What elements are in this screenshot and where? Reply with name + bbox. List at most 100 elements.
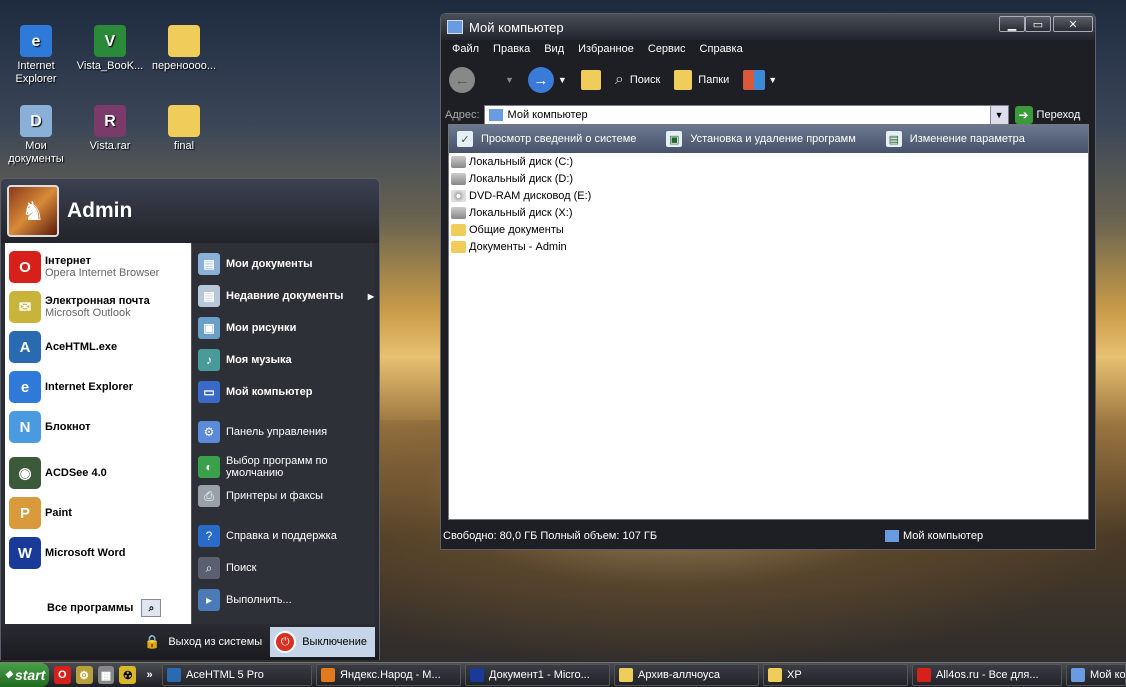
- quicklaunch-more-icon[interactable]: »: [141, 666, 158, 684]
- program-icon: P: [9, 497, 41, 529]
- opera-quicklaunch-icon[interactable]: O: [53, 666, 71, 684]
- up-button[interactable]: [580, 70, 601, 90]
- place-item[interactable]: ? Справка и поддержка: [198, 525, 374, 547]
- go-button[interactable]: ➔ Переход: [1014, 106, 1080, 124]
- desktop-icon[interactable]: R Vista.rar: [74, 105, 146, 153]
- taskbar-window-button[interactable]: Документ1 - Micro...: [465, 664, 611, 686]
- place-item[interactable]: ▤ Мои документы: [198, 253, 374, 275]
- desktop-icon[interactable]: final: [148, 105, 220, 153]
- desktop-icon[interactable]: D Мои документы: [0, 105, 72, 166]
- folder-icon: [451, 223, 466, 236]
- program-text: Інтернет Opera Internet Browser: [45, 255, 159, 279]
- drive-item[interactable]: Локальный диск (C:): [449, 153, 1088, 170]
- place-item[interactable]: ▸ Выполнить...: [198, 589, 374, 611]
- taskbar-window-button[interactable]: All4os.ru - Все для...: [912, 664, 1063, 686]
- place-icon: ▭: [198, 381, 220, 403]
- taskbar-button-label: XP: [787, 669, 802, 681]
- program-title: Internet Explorer: [45, 381, 134, 393]
- pinned-program-item[interactable]: e Internet Explorer: [9, 371, 189, 403]
- go-arrow-icon: ➔: [1014, 106, 1033, 124]
- pinned-program-item[interactable]: ◉ ACDSee 4.0: [9, 457, 189, 489]
- desktop-icon[interactable]: e Internet Explorer: [0, 25, 72, 86]
- menu-item[interactable]: Вид: [544, 43, 564, 55]
- back-dropdown-icon[interactable]: ▼: [505, 75, 514, 85]
- place-item[interactable]: ▣ Мои рисунки: [198, 317, 374, 339]
- maximize-button[interactable]: ▭: [1025, 16, 1051, 32]
- app-icon: [1071, 668, 1086, 682]
- menu-item[interactable]: Избранное: [578, 43, 634, 55]
- place-item[interactable]: ◐ Выбор программ по умолчанию: [198, 455, 374, 479]
- minimize-button[interactable]: ▁: [999, 16, 1025, 32]
- taskbar-window-button[interactable]: AceHTML 5 Pro: [162, 664, 313, 686]
- place-item[interactable]: ▭ Мой компьютер: [198, 381, 374, 403]
- menu-item[interactable]: Сервис: [648, 43, 686, 55]
- all-programs-button[interactable]: Все программы ⌕: [47, 599, 162, 617]
- shutdown-label: Выключение: [302, 636, 367, 648]
- program-title: AceHTML.exe: [45, 341, 118, 353]
- system-task-link[interactable]: ✓ Просмотр сведений о системе: [457, 131, 636, 147]
- window-titlebar[interactable]: Мой компьютер ▁ ▭ ✕: [441, 14, 1095, 40]
- place-icon: ◐: [198, 456, 220, 478]
- logoff-button[interactable]: 🔒 Выход из системы: [144, 634, 262, 650]
- drive-list: Локальный диск (C:) Локальный диск (D:) DV…: [449, 153, 1088, 255]
- search-button[interactable]: ⌕ Поиск: [615, 71, 660, 89]
- address-input[interactable]: Мой компьютер ▼: [483, 104, 1009, 126]
- folder-icon: [451, 240, 466, 253]
- user-avatar[interactable]: ♞: [7, 185, 59, 237]
- place-icon: ▣: [198, 317, 220, 339]
- drive-item[interactable]: Локальный диск (D:): [449, 170, 1088, 187]
- taskbar-window-button[interactable]: Мой комп: [1066, 664, 1126, 686]
- drive-item[interactable]: Общие документы: [449, 221, 1088, 238]
- taskbar: ❖ start O ⚙ ▦ ☢ » AceHTML 5 Pro Яндекс.На…: [0, 662, 1126, 687]
- computer-icon: [488, 109, 503, 121]
- pinned-program-item[interactable]: O Інтернет Opera Internet Browser: [9, 251, 189, 283]
- desktop-item-icon: R: [94, 105, 126, 137]
- desktop-quicklaunch-icon[interactable]: ▦: [97, 666, 115, 684]
- radiation-quicklaunch-icon[interactable]: ☢: [119, 666, 137, 684]
- pinned-program-item[interactable]: A AceHTML.exe: [9, 331, 189, 363]
- pinned-program-item[interactable]: ✉ Электронная почта Microsoft Outlook: [9, 291, 189, 323]
- window-title: Мой компьютер: [469, 19, 564, 35]
- taskbar-window-button[interactable]: Яндекс.Народ - М...: [316, 664, 462, 686]
- close-button[interactable]: ✕: [1053, 16, 1093, 32]
- explorer-window: Мой компьютер ▁ ▭ ✕ Файл Правка Вид Избранн…: [440, 13, 1096, 550]
- views-button[interactable]: ▼: [743, 70, 777, 90]
- taskbar-window-button[interactable]: Архив-аллчоуса: [614, 664, 760, 686]
- desktop-icon[interactable]: V Vista_BooK...: [74, 25, 146, 73]
- system-task-link[interactable]: ▤ Изменение параметра: [885, 131, 1025, 147]
- menu-item[interactable]: Файл: [452, 43, 479, 55]
- place-item[interactable]: ⚙ Панель управления: [198, 421, 374, 443]
- drive-item[interactable]: Локальный диск (X:): [449, 204, 1088, 221]
- system-task-link[interactable]: ▣ Установка и удаление программ: [666, 131, 856, 147]
- forward-dropdown-icon[interactable]: ▼: [558, 75, 567, 85]
- menu-item[interactable]: Справка: [700, 43, 743, 55]
- address-dropdown-icon[interactable]: ▼: [989, 105, 1008, 125]
- place-item[interactable]: ⎙ Принтеры и факсы: [198, 485, 374, 507]
- place-label: Панель управления: [226, 426, 328, 438]
- pinned-program-item[interactable]: N Блокнот: [9, 411, 189, 443]
- start-button[interactable]: ❖ start: [0, 663, 49, 687]
- drive-item[interactable]: Документы - Admin: [449, 238, 1088, 255]
- drive-label: DVD-RAM дисковод (E:): [469, 189, 592, 202]
- place-item[interactable]: ⌕ Поиск: [198, 557, 374, 579]
- quicklaunch-icon[interactable]: ⚙: [75, 666, 93, 684]
- user-name: Admin: [67, 199, 133, 222]
- taskbar-window-button[interactable]: XP: [763, 664, 909, 686]
- menu-item[interactable]: Правка: [493, 43, 530, 55]
- taskbar-button-label: Яндекс.Народ - М...: [340, 669, 441, 681]
- pinned-program-item[interactable]: P Paint: [9, 497, 189, 529]
- place-item[interactable]: ▤ Недавние документы ▶: [198, 285, 374, 307]
- place-item[interactable]: ♪ Моя музыка: [198, 349, 374, 371]
- windows-logo-icon: ❖: [4, 669, 13, 681]
- shutdown-button[interactable]: ⏻ Выключение: [270, 627, 375, 657]
- desktop-icon[interactable]: перенoooo...: [148, 25, 220, 73]
- pinned-program-item[interactable]: W Microsoft Word: [9, 537, 189, 569]
- desktop-icon-label: перенoooo...: [151, 60, 217, 72]
- forward-button[interactable]: → ▼: [527, 67, 567, 93]
- back-button[interactable]: ← ▼: [449, 67, 514, 93]
- folders-button[interactable]: Папки: [674, 70, 729, 90]
- folder-up-icon: [580, 70, 601, 90]
- program-subtitle: Microsoft Outlook: [45, 307, 131, 319]
- place-icon: ♪: [198, 349, 220, 371]
- drive-item[interactable]: DVD-RAM дисковод (E:): [449, 187, 1088, 204]
